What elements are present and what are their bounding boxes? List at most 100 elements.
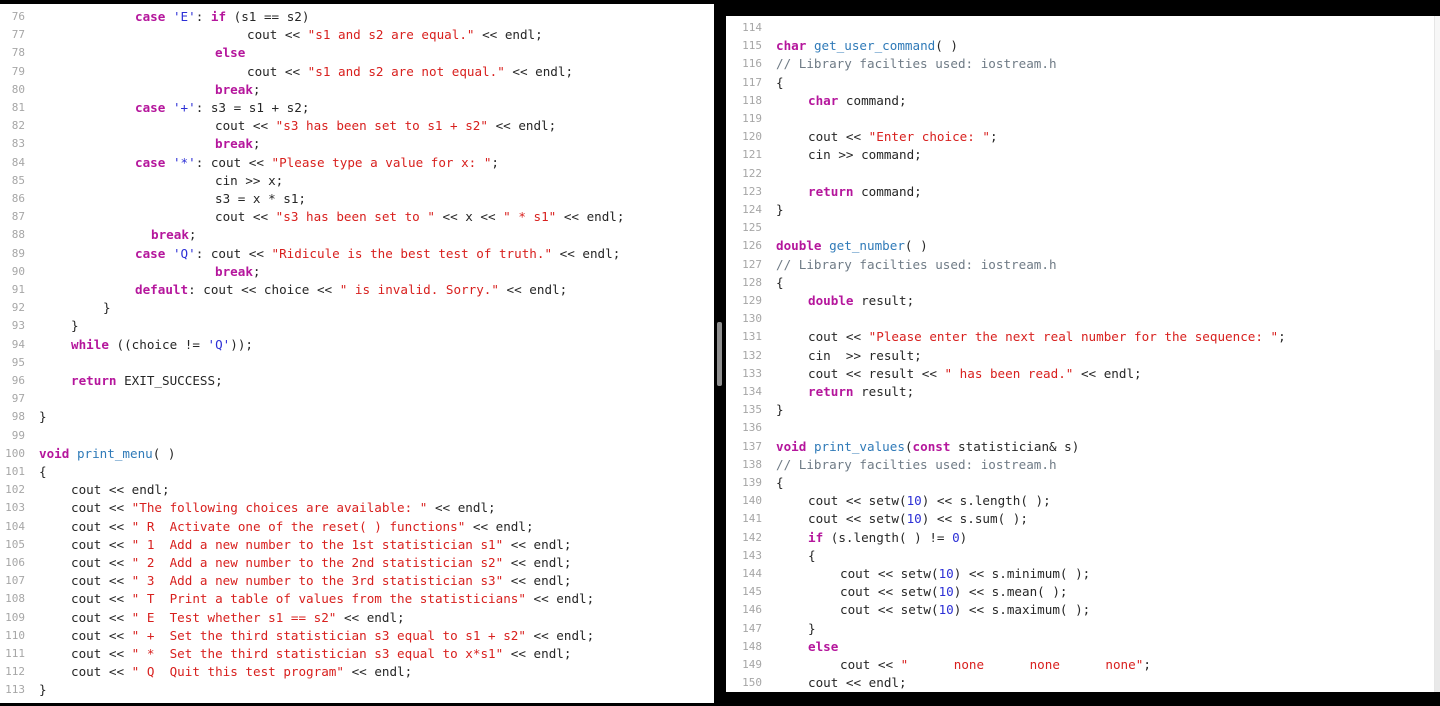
code-text-token: cout << bbox=[840, 657, 901, 672]
split-divider-handle[interactable] bbox=[717, 322, 722, 386]
code-line[interactable]: 126 double get_number( ) bbox=[726, 237, 1440, 255]
code-line[interactable]: 108 cout << " T Print a table of values f… bbox=[0, 590, 714, 608]
code-line[interactable]: 121 cin >> command; bbox=[726, 146, 1440, 164]
code-line[interactable]: 116 // Library facilties used: iostream.h bbox=[726, 55, 1440, 73]
code-line[interactable]: 91 default: cout << choice << " is invali… bbox=[0, 281, 714, 299]
code-text-token: ( ) bbox=[904, 238, 928, 254]
code-line[interactable]: 104 cout << " R Activate one of the reset… bbox=[0, 518, 714, 536]
keyword-token: if bbox=[808, 529, 824, 545]
code-line[interactable]: 139 { bbox=[726, 474, 1440, 492]
code-line[interactable]: 140 cout << setw(10) << s.length( ); bbox=[726, 492, 1440, 510]
code-line[interactable]: 92} bbox=[0, 299, 714, 317]
code-line[interactable]: 130 bbox=[726, 310, 1440, 328]
code-line[interactable]: 145 cout << setw(10) << s.mean( ); bbox=[726, 583, 1440, 601]
line-number: 135 bbox=[742, 403, 762, 417]
code-line[interactable]: 112 cout << " Q Quit this test program" <… bbox=[0, 663, 714, 681]
code-text-token: ) << s.minimum( ); bbox=[953, 566, 1091, 581]
line-number: 115 bbox=[742, 39, 762, 53]
code-text-token: s3 = x * s1; bbox=[215, 191, 306, 206]
code-line[interactable]: 81 case '+': s3 = s1 + s2; bbox=[0, 99, 714, 117]
code-line[interactable]: 88 break; bbox=[0, 226, 714, 244]
code-line[interactable]: 147} bbox=[726, 620, 1440, 638]
code-text-token: cout << setw( bbox=[808, 493, 907, 509]
code-text-token: << endl; bbox=[343, 664, 413, 680]
code-line[interactable]: 87 cout << "s3 has been set to " << x << … bbox=[0, 208, 714, 226]
code-content: break; bbox=[215, 263, 261, 281]
code-line[interactable]: 96 return EXIT_SUCCESS; bbox=[0, 372, 714, 390]
code-line[interactable]: 134 return result; bbox=[726, 383, 1440, 401]
code-line[interactable]: 119 bbox=[726, 110, 1440, 128]
code-line[interactable]: 111 cout << " * Set the third statisticia… bbox=[0, 645, 714, 663]
code-line[interactable]: 102 cout << endl; bbox=[0, 481, 714, 499]
code-line[interactable]: 148 else bbox=[726, 638, 1440, 656]
code-line[interactable]: 114 bbox=[726, 19, 1440, 37]
line-number: 105 bbox=[5, 537, 25, 551]
code-line[interactable]: 84 case '*': cout << "Please type a value… bbox=[0, 154, 714, 172]
code-line[interactable]: 113} bbox=[0, 681, 714, 699]
code-line[interactable]: 78 else bbox=[0, 44, 714, 62]
code-line[interactable]: 95 bbox=[0, 354, 714, 372]
code-line[interactable]: 85 cin >> x; bbox=[0, 172, 714, 190]
code-line[interactable]: 138 // Library facilties used: iostream.h bbox=[726, 456, 1440, 474]
code-text-token: command; bbox=[853, 183, 922, 199]
code-line[interactable]: 80 break; bbox=[0, 81, 714, 99]
code-line[interactable]: 133 cout << result << " has been read." <… bbox=[726, 365, 1440, 383]
code-line[interactable]: 83 break; bbox=[0, 135, 714, 153]
code-line[interactable]: 97 bbox=[0, 390, 714, 408]
code-line[interactable]: 135} bbox=[726, 401, 1440, 419]
code-line[interactable]: 120 cout << "Enter choice: "; bbox=[726, 128, 1440, 146]
code-line[interactable]: 146 cout << setw(10) << s.maximum( ); bbox=[726, 601, 1440, 619]
code-line[interactable]: 77 cout << "s1 and s2 are equal." << endl… bbox=[0, 26, 714, 44]
code-line[interactable]: 110 cout << " + Set the third statisticia… bbox=[0, 627, 714, 645]
code-line[interactable]: 142 if (s.length( ) != 0) bbox=[726, 529, 1440, 547]
code-line[interactable]: 82 cout << "s3 has been set to s1 + s2" <… bbox=[0, 117, 714, 135]
code-line[interactable]: 144 cout << setw(10) << s.minimum( ); bbox=[726, 565, 1440, 583]
code-line[interactable]: 106 cout << " 2 Add a new number to the 2… bbox=[0, 554, 714, 572]
line-number: 82 bbox=[11, 119, 25, 133]
code-line[interactable]: 128 { bbox=[726, 274, 1440, 292]
code-line[interactable]: 103 cout << "The following choices are av… bbox=[0, 499, 714, 517]
code-line[interactable]: 131 cout << "Please enter the next real n… bbox=[726, 328, 1440, 346]
code-line[interactable]: 107 cout << " 3 Add a new number to the 3… bbox=[0, 572, 714, 590]
string-literal-token: " Q Quit this test program" bbox=[131, 664, 344, 680]
code-line[interactable]: 122 bbox=[726, 165, 1440, 183]
code-line[interactable]: 123 return command; bbox=[726, 183, 1440, 201]
code-content: } bbox=[39, 408, 47, 426]
code-line[interactable]: 109 cout << " E Test whether s1 == s2" <<… bbox=[0, 609, 714, 627]
code-line[interactable]: 98} bbox=[0, 408, 714, 426]
code-text-token: : cout << choice << bbox=[188, 282, 340, 297]
code-line[interactable]: 143 { bbox=[726, 547, 1440, 565]
code-line[interactable]: 118 char command; bbox=[726, 92, 1440, 110]
code-line[interactable]: 132 cin >> result; bbox=[726, 347, 1440, 365]
right-code-editor[interactable]: 114 115 char get_user_command( ) 116// Libr… bbox=[726, 16, 1440, 692]
code-line[interactable]: 76 case 'E': if (s1 == s2) bbox=[0, 8, 714, 26]
code-line[interactable]: 136 bbox=[726, 419, 1440, 437]
left-code-editor[interactable]: 76 case 'E': if (s1 == s2) 77 cout << "s1 a… bbox=[0, 4, 714, 703]
code-line[interactable]: 105 cout << " 1 Add a new number to the 1… bbox=[0, 536, 714, 554]
code-line[interactable]: 149 cout << " none none none"; bbox=[726, 656, 1440, 674]
code-line[interactable]: 90 break; bbox=[0, 263, 714, 281]
code-line[interactable]: 94 while ((choice != 'Q')); bbox=[0, 336, 714, 354]
code-line[interactable]: 141 cout << setw(10) << s.sum( ); bbox=[726, 510, 1440, 528]
line-number: 121 bbox=[742, 148, 762, 162]
code-line[interactable]: 125 bbox=[726, 219, 1440, 237]
code-line[interactable]: 89 case 'Q': cout << "Ridicule is the bes… bbox=[0, 245, 714, 263]
code-line[interactable]: 115 char get_user_command( ) bbox=[726, 37, 1440, 55]
code-line[interactable]: 93} bbox=[0, 317, 714, 335]
code-line[interactable]: 117 { bbox=[726, 74, 1440, 92]
code-line[interactable]: 79 cout << "s1 and s2 are not equal." << … bbox=[0, 63, 714, 81]
code-line[interactable]: 150 cout << endl; bbox=[726, 674, 1440, 692]
code-line[interactable]: 99 bbox=[0, 427, 714, 445]
code-line[interactable]: 127 // Library facilties used: iostream.h bbox=[726, 256, 1440, 274]
code-text-token: << endl; bbox=[474, 27, 543, 43]
code-line[interactable]: 124} bbox=[726, 201, 1440, 219]
code-text-token: << endl; bbox=[1073, 365, 1142, 381]
code-line[interactable]: 129 double result; bbox=[726, 292, 1440, 310]
code-line[interactable]: 86 s3 = x * s1; bbox=[0, 190, 714, 208]
code-content: cout << "Enter choice: "; bbox=[808, 128, 998, 146]
right-editor-scrollbar-thumb[interactable] bbox=[1435, 350, 1440, 692]
code-line[interactable]: 137 void print_values(const statistician&… bbox=[726, 438, 1440, 456]
code-line[interactable]: 101 { bbox=[0, 463, 714, 481]
code-line[interactable]: 100 void print_menu( ) bbox=[0, 445, 714, 463]
comment-token: // Library facilties used: iostream.h bbox=[776, 456, 1057, 472]
